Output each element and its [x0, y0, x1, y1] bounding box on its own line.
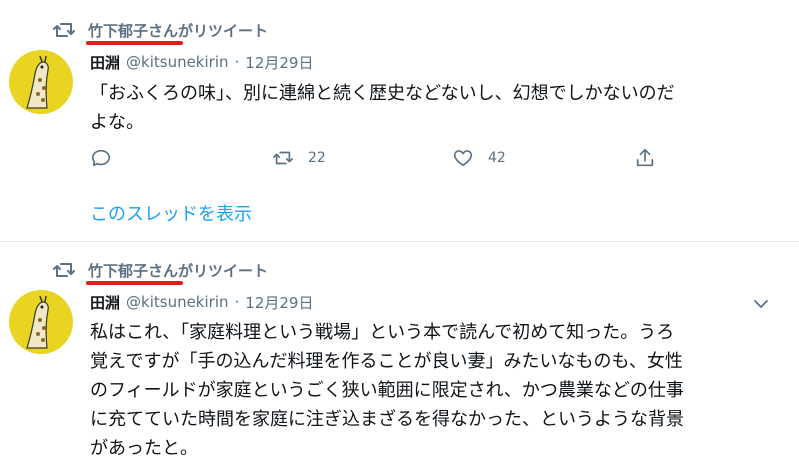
tweet-2[interactable]: 竹下郁子さんがリツイート 田淵 @kitsunekirin · 12月29日 私… — [0, 241, 799, 462]
share-button[interactable] — [634, 145, 656, 171]
retweeted-by-label[interactable]: 竹下郁子さんがリツイート — [88, 260, 268, 281]
author-handle[interactable]: @kitsunekirin — [126, 293, 229, 311]
avatar[interactable] — [9, 290, 73, 354]
tweet-text: 「おふくろの味」、別に連綿と続く歴史などないし、幻想でしかないのだ よな。 — [90, 83, 675, 133]
author-name[interactable]: 田淵 — [90, 52, 120, 73]
separator: · — [234, 293, 240, 311]
avatar-giraffe — [9, 290, 73, 354]
tweet-date[interactable]: 12月29日 — [245, 52, 313, 73]
retweet-icon — [53, 263, 75, 277]
tweet-actions: 22 42 — [90, 145, 690, 171]
author-handle[interactable]: @kitsunekirin — [126, 53, 229, 71]
like-count: 42 — [488, 150, 506, 166]
separator: · — [234, 53, 240, 71]
retweet-count: 22 — [308, 150, 326, 166]
tweet-header: 田淵 @kitsunekirin · 12月29日 — [90, 290, 313, 314]
author-name[interactable]: 田淵 — [90, 292, 120, 313]
avatar-giraffe — [9, 50, 73, 114]
tweet-text: 私はこれ、「家庭料理という戦場」という本で読んで初めて知った。うろ 覚えですが「… — [90, 322, 684, 459]
tweet-1[interactable]: 竹下郁子さんがリツイート 田淵 @kitsunekirin · 12月29日 「… — [0, 0, 799, 241]
share-icon — [636, 148, 654, 167]
reply-button[interactable] — [90, 145, 112, 171]
like-button[interactable]: 42 — [452, 145, 506, 171]
red-underline-annotation — [86, 41, 183, 45]
avatar[interactable] — [9, 50, 73, 114]
tweet-date[interactable]: 12月29日 — [245, 292, 313, 313]
red-underline-annotation — [86, 281, 183, 285]
retweet-context: 竹下郁子さんがリツイート — [52, 18, 268, 42]
like-icon — [453, 150, 473, 167]
retweeted-by-label[interactable]: 竹下郁子さんがリツイート — [88, 20, 268, 41]
reply-icon — [91, 149, 111, 167]
tweet-header: 田淵 @kitsunekirin · 12月29日 — [90, 50, 313, 74]
retweet-button[interactable]: 22 — [272, 145, 326, 171]
retweet-context: 竹下郁子さんがリツイート — [52, 258, 268, 282]
retweet-icon — [53, 23, 75, 37]
caret-down-icon[interactable] — [751, 294, 771, 314]
show-thread-link[interactable]: このスレッドを表示 — [90, 200, 252, 226]
retweet-icon — [273, 151, 293, 165]
